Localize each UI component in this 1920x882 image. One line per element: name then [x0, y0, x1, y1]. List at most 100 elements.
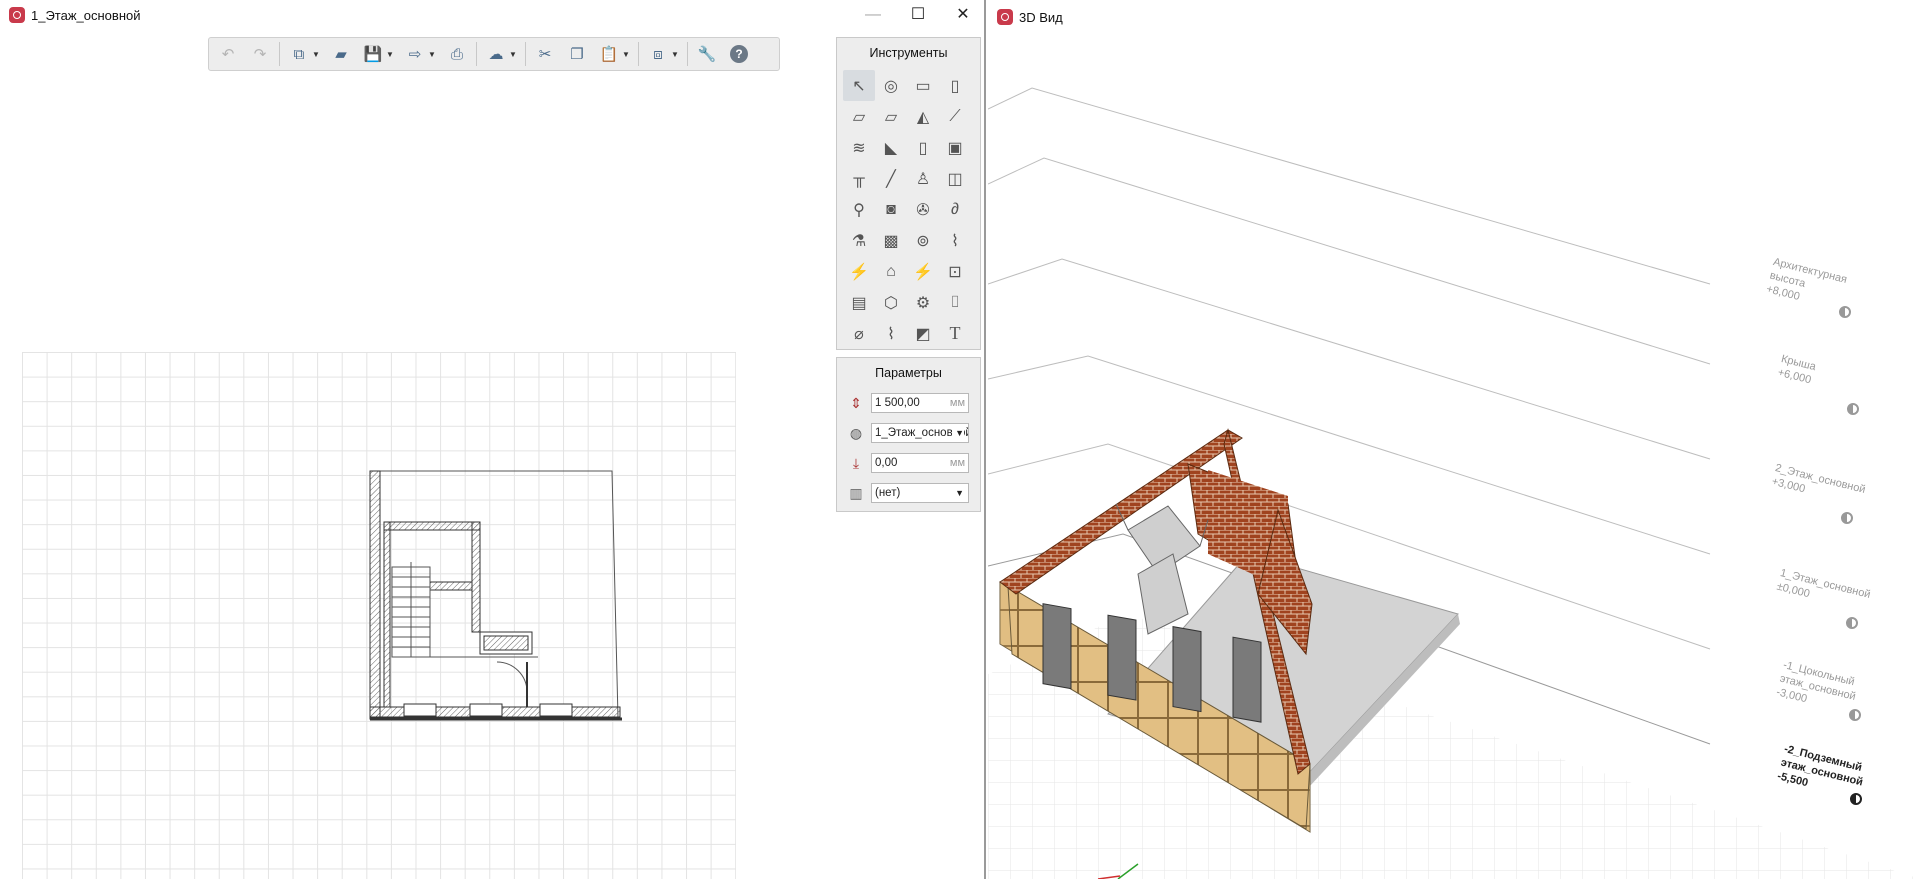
3d-scene[interactable] — [988, 34, 1920, 879]
tool-fitting[interactable]: ⌇ — [939, 225, 971, 256]
paste-dropdown-arrow[interactable]: ▼ — [622, 50, 632, 59]
tool-line[interactable]: ╱ — [875, 163, 907, 194]
stairs-icon: ≋ — [852, 139, 866, 157]
tool-object[interactable]: ♙ — [907, 163, 939, 194]
tool-ramp[interactable]: ◣ — [875, 132, 907, 163]
views-dropdown-arrow[interactable]: ▼ — [671, 50, 681, 59]
level-target-icon[interactable] — [1847, 403, 1859, 415]
tool-beam[interactable]: ⟋ — [939, 101, 971, 132]
tool-ventilation[interactable]: ✇ — [907, 194, 939, 225]
printer-icon: ⎙ — [450, 45, 463, 63]
new-project-button[interactable]: ⧉ — [286, 41, 312, 67]
wrench-icon: 🔧 — [697, 46, 717, 63]
level-target-icon[interactable] — [1850, 793, 1862, 805]
tool-lamp[interactable]: ⌂ — [875, 256, 907, 287]
cube-icon: ⧉ — [293, 45, 305, 63]
maximize-button[interactable]: ☐ — [903, 4, 933, 26]
plan-window-title: 1_Этаж_основной — [31, 7, 141, 23]
tool-plumbing[interactable]: ⚲ — [843, 194, 875, 225]
tool-door[interactable]: ▯ — [907, 132, 939, 163]
material-icon: ▥ — [849, 484, 863, 501]
offset-value: 0,00 — [875, 457, 898, 469]
paste-icon: 📋 — [599, 46, 619, 63]
export-dropdown-arrow[interactable]: ▼ — [428, 50, 438, 59]
level-target-icon[interactable] — [1846, 617, 1858, 629]
help-button[interactable]: ? — [726, 41, 752, 67]
views-button[interactable]: ⧈ — [645, 41, 671, 67]
tool-boiler[interactable]: ▩ — [875, 225, 907, 256]
tool-polyline[interactable]: ⌇ — [875, 318, 907, 349]
settings-button[interactable]: 🔧 — [694, 41, 720, 67]
plan-grid-canvas[interactable] — [22, 352, 736, 879]
level-target-icon[interactable] — [1841, 512, 1853, 524]
level-select[interactable]: 1_Этаж_основной ▼ — [871, 423, 969, 443]
cloud-icon: ☁ — [488, 46, 504, 63]
lamp-icon: ⌂ — [886, 262, 896, 280]
tool-stairs[interactable]: ≋ — [843, 132, 875, 163]
scissors-icon: ✂ — [538, 46, 552, 63]
cloud-sync-dropdown-arrow[interactable]: ▼ — [509, 50, 519, 59]
tool-gas[interactable]: ⚗ — [843, 225, 875, 256]
tool-network[interactable]: ⬡ — [875, 287, 907, 318]
tool-roof[interactable]: ◭ — [907, 101, 939, 132]
pointer-icon: ↖ — [852, 77, 866, 95]
chevron-down-icon: ▼ — [952, 424, 964, 442]
slab-icon: ▱ — [852, 108, 866, 126]
cut-button[interactable]: ✂ — [532, 41, 558, 67]
tool-column[interactable]: ▯ — [939, 70, 971, 101]
tool-pipe[interactable]: ∂ — [939, 194, 971, 225]
tool-pointer[interactable]: ↖ — [843, 70, 875, 101]
height-unit: мм — [949, 397, 965, 409]
material-select[interactable]: (нет) ▼ — [871, 483, 969, 503]
tool-slab[interactable]: ▱ — [843, 101, 875, 132]
tool-opening[interactable]: ◫ — [939, 163, 971, 194]
tool-hatch[interactable]: ◩ — [907, 318, 939, 349]
tool-cable[interactable]: ⌷ — [939, 287, 971, 318]
level-target-icon[interactable] — [1849, 709, 1861, 721]
level-target-icon[interactable] — [1839, 306, 1851, 318]
tool-railing[interactable]: ╥ — [843, 163, 875, 194]
save-button[interactable]: 💾 — [360, 41, 386, 67]
paste-button[interactable]: 📋 — [596, 41, 622, 67]
redo-icon: ↷ — [253, 46, 267, 63]
tools-panel-title: Инструменты — [869, 46, 948, 60]
tool-duct[interactable]: ⊚ — [907, 225, 939, 256]
tool-wall[interactable]: ▭ — [907, 70, 939, 101]
tools-grid: ↖ ◎ ▭ ▯ ▱ ▱ ◭ ⟋ ≋ ◣ ▯ ▣ ╥ ╱ ♙ ◫ ⚲ ◙ ✇ ∂ ⚗ ▩ ⊚ ⌇ ⚡ ⌂ ⚡ ⊡ ▤ ⬡ ⚙ ⌷ ⌀ ⌇ ◩ T — [837, 68, 980, 349]
tool-dimension[interactable]: ⌀ — [843, 318, 875, 349]
fitting-icon: ⌇ — [951, 232, 959, 250]
tool-panel[interactable]: ▤ — [843, 287, 875, 318]
print-button[interactable]: ⎙ — [444, 41, 470, 67]
tool-appliance[interactable]: ◙ — [875, 194, 907, 225]
height-input[interactable]: 1 500,00 мм — [871, 393, 969, 413]
close-button[interactable]: ✕ — [948, 4, 978, 26]
new-project-dropdown-arrow[interactable]: ▼ — [312, 50, 322, 59]
tool-smart-select[interactable]: ◎ — [875, 70, 907, 101]
tool-switch[interactable]: ⚡ — [907, 256, 939, 287]
offset-input[interactable]: 0,00 мм — [871, 453, 969, 473]
redo-button[interactable]: ↷ — [247, 41, 273, 67]
minimize-button[interactable]: — — [858, 4, 888, 26]
dimension-icon: ⌀ — [854, 325, 864, 343]
3d-view-window[interactable]: 3D Вид Архитектурная высота +8,000 Крыша… — [988, 0, 1920, 879]
tool-equipment[interactable]: ⚙ — [907, 287, 939, 318]
beam-icon: ⟋ — [949, 107, 961, 125]
roof-icon: ◭ — [916, 108, 930, 126]
tool-electrical[interactable]: ⚡ — [843, 256, 875, 287]
save-icon: 💾 — [363, 46, 383, 63]
tool-floor[interactable]: ▱ — [875, 101, 907, 132]
tool-socket[interactable]: ⊡ — [939, 256, 971, 287]
save-dropdown-arrow[interactable]: ▼ — [386, 50, 396, 59]
copy-button[interactable]: ❐ — [564, 41, 590, 67]
object-icon: ♙ — [915, 170, 931, 188]
tool-window[interactable]: ▣ — [939, 132, 971, 163]
layers-icon: ⧈ — [653, 45, 663, 63]
plumbing-icon: ⚲ — [853, 201, 865, 219]
cloud-sync-button[interactable]: ☁ — [483, 41, 509, 67]
opening-icon: ◫ — [947, 170, 963, 188]
tool-text[interactable]: T — [939, 318, 971, 349]
open-button[interactable]: ▰ — [328, 41, 354, 67]
undo-button[interactable]: ↶ — [215, 41, 241, 67]
export-icon: ⇨ — [408, 46, 422, 63]
export-button[interactable]: ⇨ — [402, 41, 428, 67]
